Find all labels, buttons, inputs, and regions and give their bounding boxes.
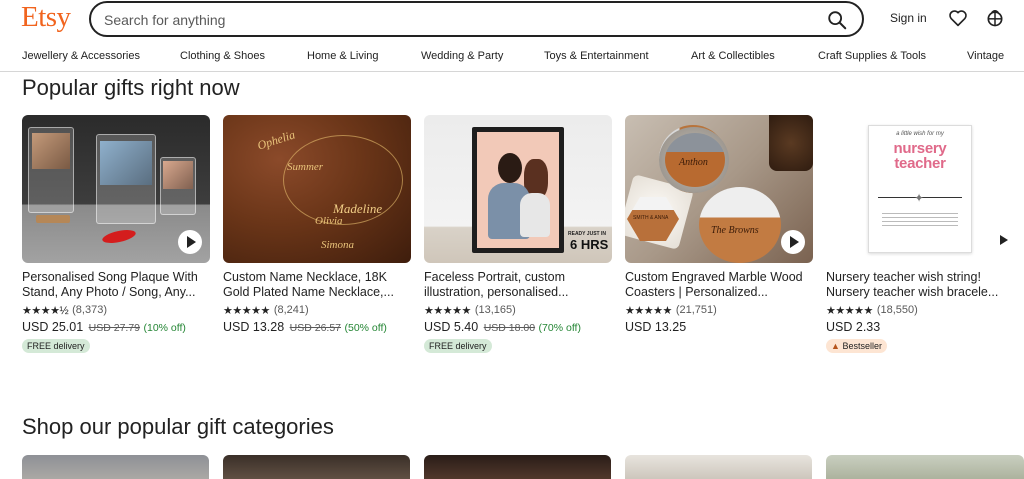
sale-price: USD 25.01 bbox=[22, 320, 84, 334]
category-image[interactable] bbox=[223, 455, 410, 479]
coaster-name: SMITH & ANNA bbox=[633, 215, 669, 221]
coaster-name: Anthon bbox=[679, 157, 708, 168]
original-price: USD 18.00 bbox=[483, 322, 536, 334]
etsy-logo[interactable]: Etsy bbox=[21, 1, 71, 34]
product-card[interactable]: Ophelia Summer Madeline Olivia Simona Cu… bbox=[223, 115, 411, 336]
coaster-name: The Browns bbox=[711, 225, 759, 236]
bestseller-label: Bestseller bbox=[842, 341, 882, 351]
nav-item-toys[interactable]: Toys & Entertainment bbox=[544, 50, 649, 62]
nav-divider bbox=[0, 71, 1024, 72]
price-row: USD 2.33 bbox=[826, 320, 1014, 336]
sale-price: USD 13.25 bbox=[625, 320, 687, 334]
bestseller-icon: ▲ bbox=[831, 341, 840, 351]
nav-item-clothing[interactable]: Clothing & Shoes bbox=[180, 50, 265, 62]
search-input[interactable] bbox=[104, 10, 804, 30]
review-count: (8,373) bbox=[72, 304, 107, 316]
nav-item-craft[interactable]: Craft Supplies & Tools bbox=[818, 50, 926, 62]
category-image[interactable] bbox=[424, 455, 611, 479]
product-rating: ★★★★★ (18,550) bbox=[826, 303, 1014, 317]
category-image[interactable] bbox=[625, 455, 812, 479]
free-delivery-badge: FREE delivery bbox=[22, 339, 90, 353]
product-title[interactable]: Nursery teacher wish string! Nursery tea… bbox=[826, 270, 1014, 300]
nav-item-wedding[interactable]: Wedding & Party bbox=[421, 50, 503, 62]
review-count: (21,751) bbox=[675, 304, 717, 316]
discount-percent: (70% off) bbox=[538, 322, 581, 334]
ready-hours-label: 6 HRS bbox=[570, 237, 609, 252]
review-count: (13,165) bbox=[474, 304, 516, 316]
original-price: USD 26.57 bbox=[289, 322, 342, 334]
product-image[interactable]: a little wish for my nursery teacher ✦ bbox=[826, 115, 1014, 263]
review-count: (8,241) bbox=[273, 304, 309, 316]
heart-icon[interactable] bbox=[948, 9, 968, 27]
sale-price: USD 2.33 bbox=[826, 320, 881, 334]
product-image[interactable]: Anthon The Browns SMITH & ANNA bbox=[625, 115, 813, 263]
discount-percent: (50% off) bbox=[344, 322, 387, 334]
product-title[interactable]: Personalised Song Plaque With Stand, Any… bbox=[22, 270, 210, 300]
price-row: USD 25.01 USD 27.79 (10% off) bbox=[22, 320, 210, 336]
product-rating: ★★★★★ (13,165) bbox=[424, 303, 612, 317]
product-title[interactable]: Custom Engraved Marble Wood Coasters | P… bbox=[625, 270, 813, 300]
price-row: USD 13.25 bbox=[625, 320, 813, 336]
header: Etsy Sign in bbox=[0, 0, 1024, 38]
search-icon[interactable] bbox=[826, 9, 848, 31]
category-image[interactable] bbox=[22, 455, 209, 479]
play-video-icon[interactable] bbox=[1000, 235, 1008, 245]
sale-price: USD 5.40 bbox=[424, 320, 479, 334]
discount-percent: (10% off) bbox=[143, 322, 186, 334]
product-image[interactable] bbox=[22, 115, 210, 263]
play-video-icon[interactable] bbox=[781, 230, 805, 254]
product-title[interactable]: Faceless Portrait, custom illustration, … bbox=[424, 270, 612, 300]
product-image[interactable]: Ophelia Summer Madeline Olivia Simona bbox=[223, 115, 411, 263]
nav-item-art[interactable]: Art & Collectibles bbox=[691, 50, 775, 62]
free-delivery-badge: FREE delivery bbox=[424, 339, 492, 353]
cart-icon[interactable] bbox=[985, 8, 1005, 28]
original-price: USD 27.79 bbox=[88, 322, 141, 334]
nav-item-jewellery[interactable]: Jewellery & Accessories bbox=[22, 50, 140, 62]
product-card[interactable]: READY JUST IN 6 HRS Faceless Portrait, c… bbox=[424, 115, 612, 354]
card-headline: nursery teacher bbox=[893, 140, 947, 172]
review-count: (18,550) bbox=[876, 304, 918, 316]
nav-item-home[interactable]: Home & Living bbox=[307, 50, 379, 62]
product-rating: ★★★★★ (21,751) bbox=[625, 303, 813, 317]
bestseller-badge: ▲ Bestseller bbox=[826, 339, 887, 353]
product-rating: ★★★★½ (8,373) bbox=[22, 303, 210, 317]
gift-categories-heading: Shop our popular gift categories bbox=[22, 414, 334, 439]
star-rating-icon: ★★★★★ bbox=[625, 304, 672, 317]
product-title[interactable]: Custom Name Necklace, 18K Gold Plated Na… bbox=[223, 270, 411, 300]
star-rating-icon: ★★★★★ bbox=[424, 304, 471, 317]
product-rating: ★★★★★ (8,241) bbox=[223, 303, 411, 317]
star-rating-icon: ★★★★½ bbox=[22, 304, 69, 317]
product-card[interactable]: a little wish for my nursery teacher ✦ N… bbox=[826, 115, 1014, 354]
product-card[interactable]: Anthon The Browns SMITH & ANNA Custom En… bbox=[625, 115, 813, 336]
search-bar[interactable] bbox=[89, 1, 864, 37]
popular-gifts-heading: Popular gifts right now bbox=[22, 75, 240, 100]
sign-in-link[interactable]: Sign in bbox=[890, 11, 927, 25]
category-image[interactable] bbox=[826, 455, 1024, 479]
play-video-icon[interactable] bbox=[178, 230, 202, 254]
sale-price: USD 13.28 bbox=[223, 320, 285, 334]
product-image[interactable]: READY JUST IN 6 HRS bbox=[424, 115, 612, 263]
price-row: USD 13.28 USD 26.57 (50% off) bbox=[223, 320, 411, 336]
nav-item-vintage[interactable]: Vintage bbox=[967, 50, 1004, 62]
category-nav: Jewellery & Accessories Clothing & Shoes… bbox=[0, 48, 1024, 70]
price-row: USD 5.40 USD 18.00 (70% off) bbox=[424, 320, 612, 336]
card-caption: a little wish for my bbox=[896, 131, 944, 137]
star-rating-icon: ★★★★★ bbox=[826, 304, 873, 317]
product-card[interactable]: Personalised Song Plaque With Stand, Any… bbox=[22, 115, 210, 354]
star-rating-icon: ★★★★★ bbox=[223, 304, 270, 317]
